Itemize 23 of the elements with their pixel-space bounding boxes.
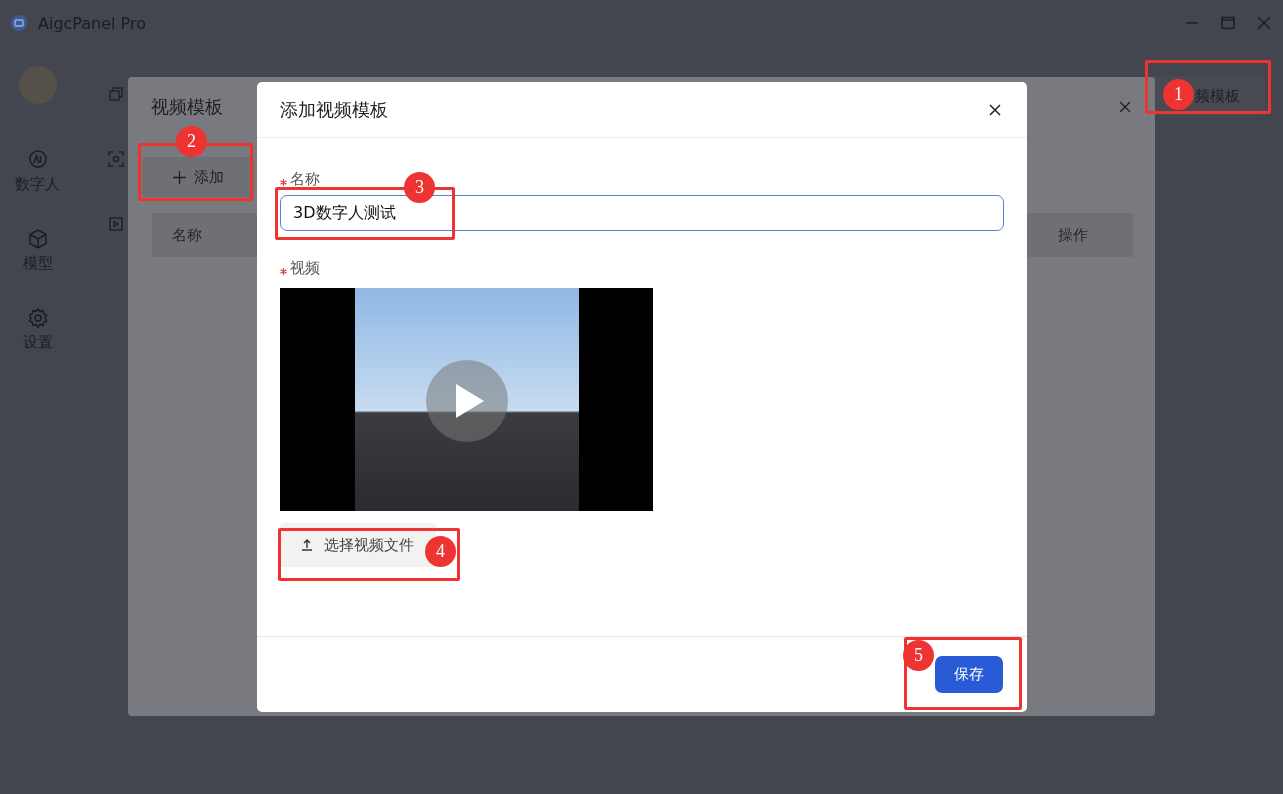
field-label: 名称 (290, 170, 320, 188)
app-logo-icon (10, 14, 28, 32)
dialog-title: 添加视频模板 (280, 97, 388, 122)
video-icon[interactable] (108, 216, 124, 232)
add-button[interactable]: 添加 (142, 157, 254, 197)
plus-icon (172, 170, 186, 184)
cube-icon (26, 228, 49, 250)
settings-icon (26, 307, 49, 329)
upload-icon (300, 538, 314, 552)
column-header: 操作 (1058, 225, 1088, 245)
field-label: 视频 (290, 259, 320, 277)
column-header: 名称 (172, 225, 202, 245)
ai-head-icon (26, 149, 49, 171)
play-icon[interactable] (426, 360, 508, 442)
upload-button[interactable]: 选择视频文件 (280, 523, 436, 567)
video-player[interactable] (280, 288, 653, 511)
layers-icon[interactable] (108, 86, 124, 102)
dialog-title: 视频模板 (151, 95, 223, 119)
maximize-icon[interactable] (1221, 16, 1235, 30)
close-icon[interactable] (989, 103, 1001, 116)
scan-icon[interactable] (108, 151, 124, 167)
name-input-field[interactable]: 3D数字人测试 (280, 195, 1004, 231)
save-button[interactable]: 保存 (935, 656, 1003, 693)
